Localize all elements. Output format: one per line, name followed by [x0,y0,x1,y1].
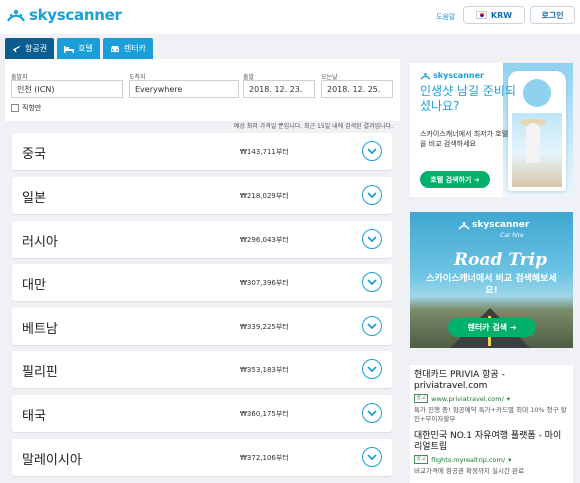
text-ad-url-line[interactable]: 광고 flights.myrealtrip.com/ ▾ [414,455,569,464]
skyscanner-logo[interactable]: skyscanner [6,6,122,24]
price-from: ₩296,043부터 [240,236,289,244]
country-name: 대만 [22,278,46,293]
direct-only-label: 직항만 [22,104,42,112]
help-link[interactable]: 도움말 [436,12,455,22]
tab-hotels-label: 호텔 [78,44,93,53]
country-name: 태국 [22,409,46,424]
tab-car-hire-label: 렌터카 [123,44,146,53]
chevron-down-icon[interactable] [362,403,382,423]
destination-field[interactable]: Everywhere [129,80,239,98]
text-ad-description: 특가 진행 중! 항공예약 특가+카드별 최대 10% 청구 할인+무이자할부 [414,406,567,423]
depart-date-field[interactable]: 2018. 12. 23. [243,80,315,98]
text-ad-url[interactable]: flights.myrealtrip.com/ [431,456,505,464]
price-disclaimer: 예상 최저 가격일 뿐입니다. 최근 15일 내에 검색된 결과입니다. [233,123,393,130]
result-row[interactable]: 베트남 ₩339,225부터 [12,308,392,345]
chevron-down-icon[interactable] [362,272,382,292]
login-button[interactable]: 로그인 [530,6,575,24]
price-from: ₩143,711부터 [240,148,289,156]
hotel-ad-title: 인생샷 남길 준비되셨나요? [420,84,516,113]
text-ads: 현대카드 PRIVIA 항공 - priviatravel.com 광고 www… [410,365,573,483]
result-row[interactable]: 대만 ₩307,396부터 [12,264,392,301]
chevron-down-icon[interactable] [362,316,382,336]
ad-logo-text: skyscanner [433,71,484,80]
text-ad-title[interactable]: 대한민국 NO.1 자유여행 플랫폼 - 마이리얼트립 [414,431,569,453]
text-ad[interactable]: 대한민국 NO.1 자유여행 플랫폼 - 마이리얼트립 광고 flights.m… [414,431,569,476]
tab-flights[interactable]: 항공권 [5,38,55,59]
text-ad-url[interactable]: www.priviatravel.com/ [431,395,504,403]
result-row[interactable]: 러시아 ₩296,043부터 [12,221,392,258]
price-from: ₩307,396부터 [240,279,289,287]
ad-badge: 광고 [414,455,429,464]
price-from: ₩360,175부터 [240,410,289,418]
return-date-field[interactable]: 2018. 12. 25. [321,80,393,98]
skyscanner-logo-icon [458,221,470,230]
chevron-down-icon[interactable] [362,141,382,161]
direct-only-option[interactable]: 직항만 [11,103,41,113]
chevron-down-icon[interactable] [362,359,382,379]
country-name: 중국 [22,147,46,162]
ad-skyscanner-logo: skyscanner [458,220,529,230]
hotel-ad-banner[interactable]: skyscanner 인생샷 남길 준비되셨나요? 스카이스캐너에서 최저가 호… [410,63,573,197]
search-panel: 출발지 인천 (ICN) 도착지 Everywhere 출발 2018. 12.… [5,59,400,121]
price-from: ₩372,106부터 [240,454,289,462]
top-header: skyscanner 도움말 KRW 로그인 [0,0,580,34]
bed-icon [64,46,75,53]
result-row[interactable]: 중국 ₩143,711부터 [12,133,392,170]
currency-label: KRW [490,10,513,20]
hanger-hole [523,79,551,107]
korea-flag-icon [475,11,487,19]
chevron-down-icon[interactable] [362,185,382,205]
tab-hotels[interactable]: 호텔 [57,38,100,59]
price-from: ₩353,183부터 [240,366,289,374]
road-trip-heading: Road Trip [454,250,548,270]
car-ad-body: 스카이스캐너에서 비교 검색해보세요! [426,274,557,296]
ad-logo-text: skyscanner [472,220,530,230]
country-name: 말레이시아 [22,453,82,468]
dropdown-arrow-icon[interactable]: ▾ [507,395,510,403]
result-row[interactable]: 태국 ₩360,175부터 [12,395,392,432]
result-row[interactable]: 말레이시아 ₩372,106부터 [12,439,392,476]
tab-car-hire[interactable]: 렌터카 [102,38,153,59]
search-tabs: 항공권 호텔 렌터카 [5,38,153,59]
car-hire-subtitle: Car hire [500,232,524,239]
car-hire-ad-banner[interactable]: skyscanner Car hire Road Trip 스카이스캐너에서 비… [410,212,573,348]
dropdown-arrow-icon[interactable]: ▾ [508,456,511,464]
price-from: ₩218,029부터 [240,192,289,200]
skyscanner-logo-icon [420,72,431,80]
ad-badge: 광고 [414,394,429,403]
text-ad-description: 비교가격에 항공권 확정까지 실시간 완료 [414,467,524,475]
text-ad[interactable]: 현대카드 PRIVIA 항공 - priviatravel.com 광고 www… [414,370,569,424]
country-name: 베트남 [22,322,58,337]
chevron-down-icon[interactable] [362,447,382,467]
search-car-hire-button[interactable]: 렌터카 검색 ➔ [448,318,536,337]
ad-skyscanner-logo: skyscanner [420,71,484,80]
car-icon [110,46,119,52]
skyscanner-logo-icon [6,8,26,22]
price-from: ₩339,225부터 [240,323,289,331]
hotel-ad-body: 스카이스캐너에서 최저가 호텔을 비교 검색하세요 [420,130,509,148]
logo-text: skyscanner [29,6,122,24]
plane-icon [12,45,21,53]
result-row[interactable]: 일본 ₩218,029부터 [12,177,392,214]
chevron-down-icon[interactable] [362,229,382,249]
text-ad-title[interactable]: 현대카드 PRIVIA 항공 - priviatravel.com [414,370,569,392]
country-name: 필리핀 [22,365,58,380]
currency-button[interactable]: KRW [463,6,525,24]
country-name: 러시아 [22,235,58,250]
text-ad-url-line[interactable]: 광고 www.priviatravel.com/ ▾ [414,394,569,403]
direct-only-checkbox[interactable] [11,104,19,112]
result-row[interactable]: 필리핀 ₩353,183부터 [12,351,392,388]
search-hotels-button[interactable]: 호텔 검색하기 ➔ [420,171,490,188]
tab-flights-label: 항공권 [25,44,48,53]
country-name: 일본 [22,191,46,206]
traveler-graphic [526,123,540,163]
origin-field[interactable]: 인천 (ICN) [11,80,123,98]
